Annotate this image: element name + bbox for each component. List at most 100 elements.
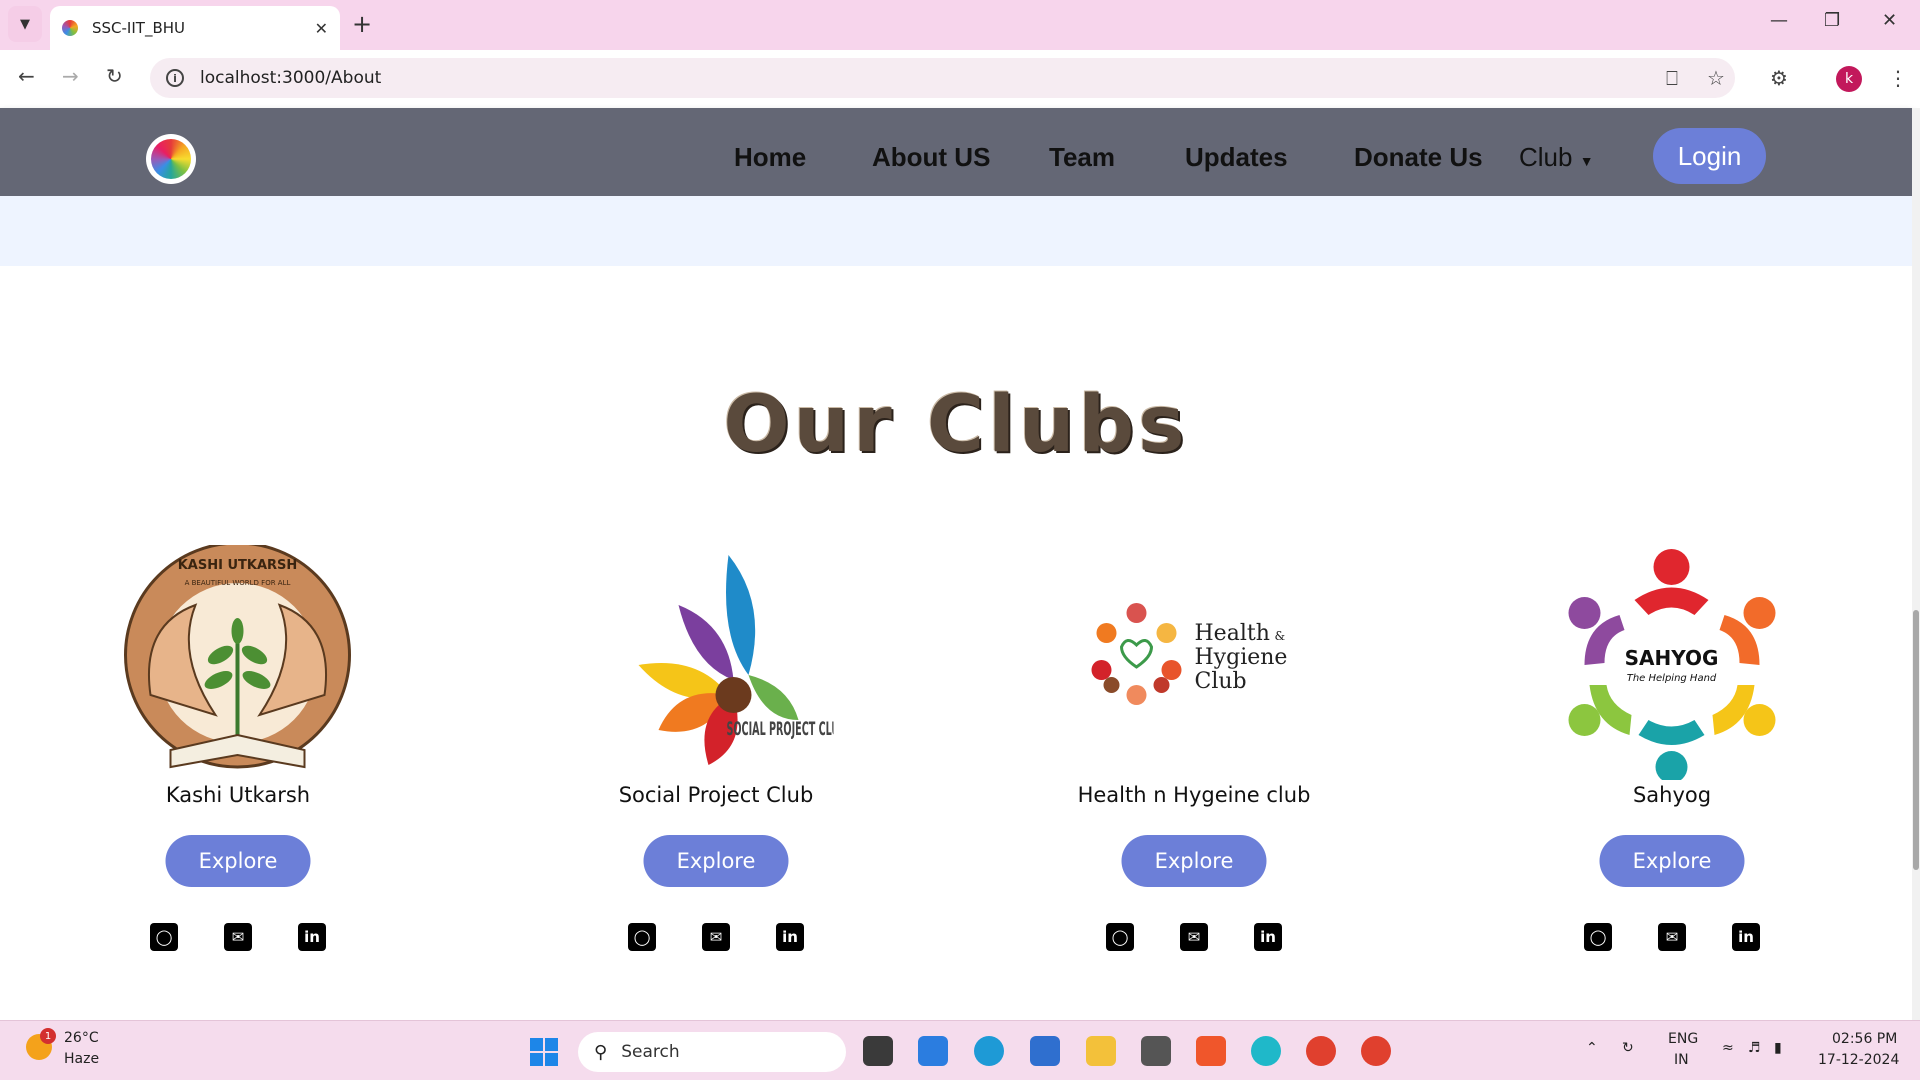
- weather-badge: 1: [40, 1028, 56, 1044]
- explore-button[interactable]: Explore: [165, 835, 311, 887]
- taskbar-search-placeholder: Search: [621, 1042, 680, 1062]
- forward-arrow-icon[interactable]: →: [62, 64, 79, 88]
- social-links: ◯ ✉ in: [1584, 923, 1760, 951]
- nav-link-team[interactable]: Team: [1049, 142, 1115, 173]
- language-region[interactable]: IN: [1674, 1052, 1689, 1068]
- sync-icon[interactable]: ↻: [1622, 1040, 1634, 1056]
- store-icon[interactable]: [1030, 1036, 1060, 1066]
- taskbar-search[interactable]: ⚲ Search: [578, 1032, 846, 1072]
- canva-icon[interactable]: [1251, 1036, 1281, 1066]
- chrome-icon[interactable]: [1306, 1036, 1336, 1066]
- clock-time[interactable]: 02:56 PM: [1832, 1031, 1897, 1047]
- site-info-icon[interactable]: i: [166, 69, 184, 87]
- wifi-icon[interactable]: ≈: [1722, 1040, 1734, 1056]
- club-name: Kashi Utkarsh: [165, 783, 311, 807]
- instagram-icon[interactable]: ◯: [628, 923, 656, 951]
- hero-band: [0, 196, 1912, 266]
- sahyog-logo-subtext: The Helping Hand: [1627, 673, 1717, 684]
- site-navbar: Home About US Team Updates Donate Us Clu…: [0, 108, 1912, 196]
- club-name: Health n Hygeine club: [1077, 783, 1311, 807]
- language-code[interactable]: ENG: [1668, 1031, 1698, 1047]
- task-view-icon[interactable]: [863, 1036, 893, 1066]
- explore-button[interactable]: Explore: [643, 835, 789, 887]
- app-c-icon[interactable]: [1141, 1036, 1171, 1066]
- close-window-icon[interactable]: ✕: [1882, 10, 1897, 31]
- nav-link-about[interactable]: About US: [872, 142, 990, 173]
- club-name: Social Project Club: [618, 783, 814, 807]
- caret-down-icon: ▼: [1579, 153, 1594, 169]
- instagram-icon[interactable]: ◯: [1584, 923, 1612, 951]
- login-button[interactable]: Login: [1653, 128, 1766, 184]
- bookmark-star-icon[interactable]: ☆: [1707, 66, 1725, 90]
- social-project-logo-text: SOCIAL PROJECT CLUB: [727, 718, 834, 740]
- more-menu-icon[interactable]: ⋮: [1888, 66, 1908, 90]
- site-favicon-icon: [62, 20, 78, 36]
- battery-icon[interactable]: ▮: [1774, 1040, 1782, 1056]
- profile-avatar[interactable]: k: [1836, 66, 1862, 92]
- linkedin-icon[interactable]: in: [298, 923, 326, 951]
- windows-start-icon[interactable]: [530, 1038, 558, 1066]
- vscode-icon[interactable]: [918, 1036, 948, 1066]
- file-explorer-icon[interactable]: [1086, 1036, 1116, 1066]
- instagram-icon[interactable]: ◯: [1106, 923, 1134, 951]
- social-links: ◯ ✉ in: [150, 923, 326, 951]
- extensions-icon[interactable]: ⚙: [1770, 66, 1788, 90]
- kashi-utkarsh-logo-subtext: A BEAUTIFUL WORLD FOR ALL: [185, 579, 291, 587]
- mail-icon[interactable]: ✉: [702, 923, 730, 951]
- edge-icon[interactable]: [974, 1036, 1004, 1066]
- health-logo-text-1: Health: [1195, 621, 1270, 646]
- linkedin-icon[interactable]: in: [776, 923, 804, 951]
- sahyog-logo: SAHYOG The Helping Hand: [1555, 545, 1790, 780]
- chevron-up-icon[interactable]: ⌃: [1586, 1040, 1598, 1056]
- clock-date[interactable]: 17-12-2024: [1818, 1052, 1899, 1068]
- health-logo-text-amp: &: [1275, 629, 1286, 643]
- instagram-icon[interactable]: ◯: [150, 923, 178, 951]
- reload-icon[interactable]: ↻: [106, 64, 123, 88]
- kashi-utkarsh-logo-text: KASHI UTKARSH: [178, 558, 298, 573]
- browser-tab-active[interactable]: SSC-IIT_BHU ✕: [50, 6, 340, 50]
- club-name: Sahyog: [1632, 783, 1712, 807]
- health-hygiene-club-logo: Health & Hygiene Club: [1077, 545, 1312, 780]
- health-logo-text-3: Club: [1195, 669, 1247, 694]
- minimize-icon[interactable]: —: [1770, 10, 1788, 31]
- weather-temp[interactable]: 26°C: [64, 1030, 99, 1046]
- sahyog-logo-text: SAHYOG: [1625, 646, 1719, 670]
- scrollbar-thumb[interactable]: [1913, 610, 1919, 870]
- chevron-down-icon: ▼: [20, 16, 30, 32]
- kashi-utkarsh-logo: KASHI UTKARSH A BEAUTIFUL WORLD FOR ALL: [121, 545, 356, 780]
- close-tab-icon[interactable]: ✕: [315, 19, 328, 38]
- restore-icon[interactable]: ❐: [1824, 10, 1840, 31]
- mail-icon[interactable]: ✉: [1658, 923, 1686, 951]
- nav-link-donate[interactable]: Donate Us: [1354, 142, 1483, 173]
- explore-button[interactable]: Explore: [1121, 835, 1267, 887]
- install-app-icon[interactable]: ⎕: [1666, 66, 1678, 90]
- section-title: Our Clubs: [723, 380, 1189, 470]
- search-icon: ⚲: [594, 1041, 608, 1063]
- page-scrollbar[interactable]: [1912, 108, 1920, 1020]
- volume-icon[interactable]: ♬: [1748, 1040, 1761, 1056]
- new-tab-icon[interactable]: +: [352, 10, 372, 38]
- social-links: ◯ ✉ in: [1106, 923, 1282, 951]
- browser-tab-strip: ▼ SSC-IIT_BHU ✕ + — ❐ ✕: [0, 0, 1920, 50]
- mail-icon[interactable]: ✉: [224, 923, 252, 951]
- linkedin-icon[interactable]: in: [1254, 923, 1282, 951]
- tab-title: SSC-IIT_BHU: [92, 19, 185, 37]
- club-dropdown-label: Club: [1519, 142, 1573, 172]
- chrome-profile-icon[interactable]: [1361, 1036, 1391, 1066]
- brave-icon[interactable]: [1196, 1036, 1226, 1066]
- explore-button[interactable]: Explore: [1599, 835, 1745, 887]
- social-project-club-logo: SOCIAL PROJECT CLUB: [599, 545, 834, 780]
- nav-link-updates[interactable]: Updates: [1185, 142, 1288, 173]
- site-logo[interactable]: [146, 134, 196, 184]
- linkedin-icon[interactable]: in: [1732, 923, 1760, 951]
- address-url: localhost:3000/About: [200, 68, 382, 88]
- tab-search-button[interactable]: ▼: [8, 6, 42, 42]
- club-dropdown[interactable]: Club ▼: [1519, 142, 1594, 173]
- social-links: ◯ ✉ in: [628, 923, 804, 951]
- address-bar[interactable]: i localhost:3000/About: [150, 58, 1735, 98]
- weather-condition[interactable]: Haze: [64, 1051, 99, 1067]
- mail-icon[interactable]: ✉: [1180, 923, 1208, 951]
- nav-link-home[interactable]: Home: [734, 142, 806, 173]
- back-arrow-icon[interactable]: ←: [18, 64, 35, 88]
- flower-logo-icon: [151, 139, 191, 179]
